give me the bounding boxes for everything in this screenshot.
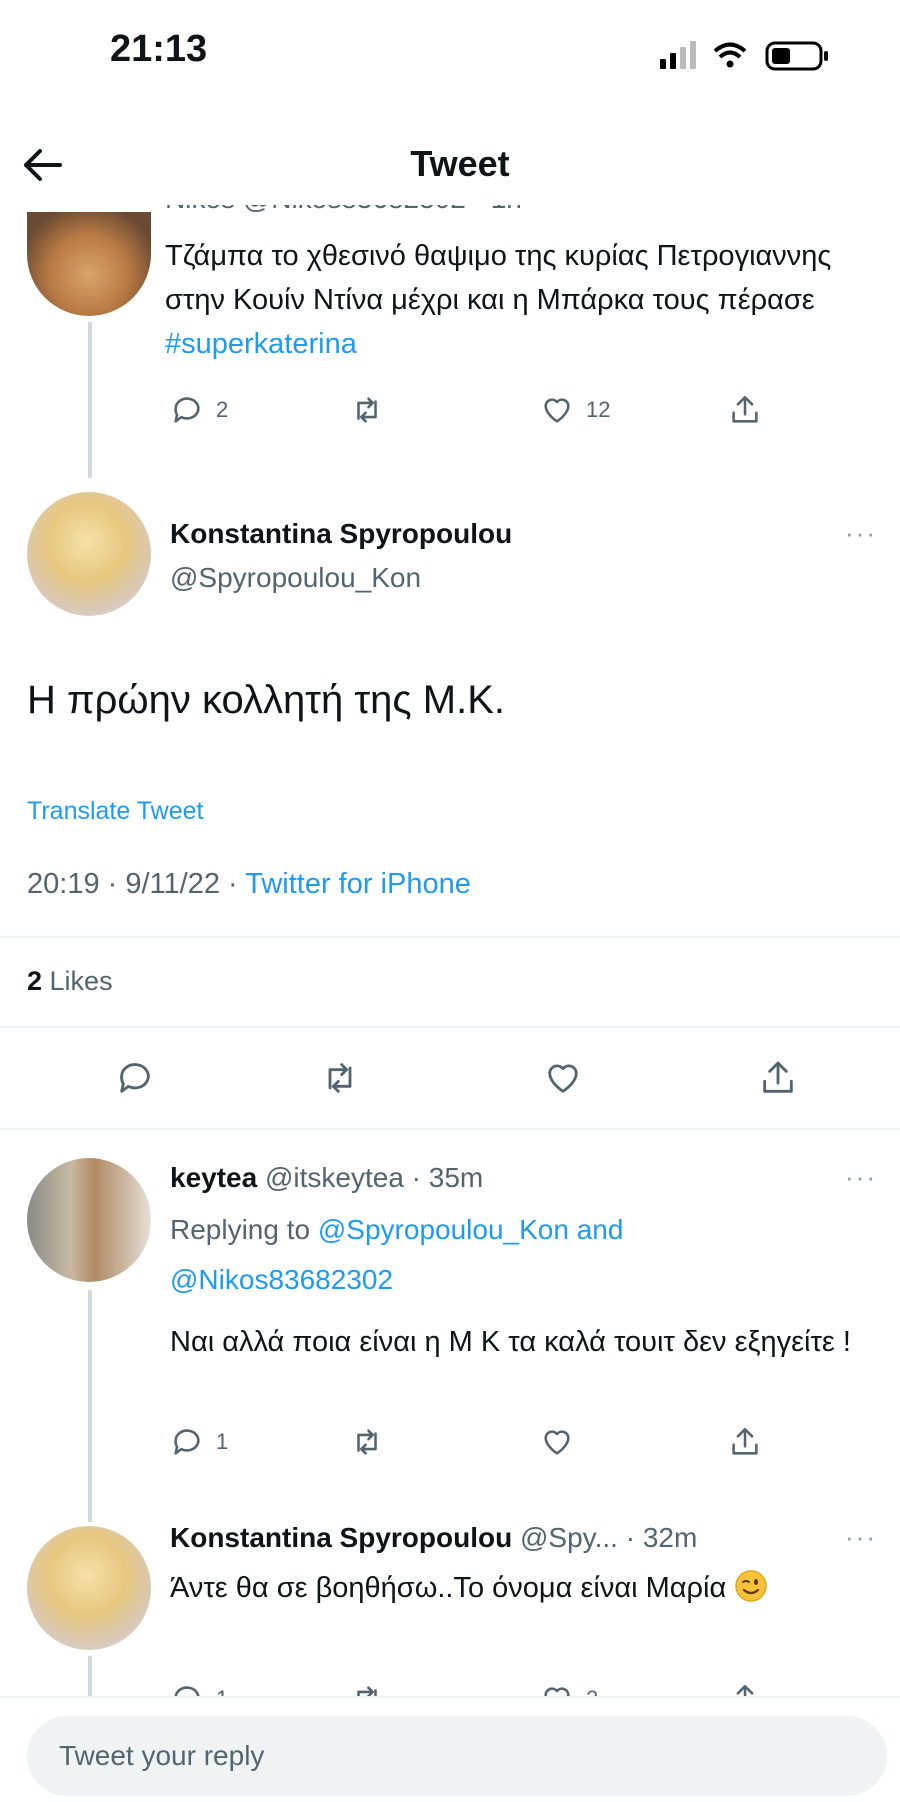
avatar-keytea[interactable]: [27, 1158, 151, 1282]
reply1-like-action[interactable]: [540, 1425, 574, 1459]
reply-input-placeholder: Tweet your reply: [59, 1740, 265, 1771]
main-author-name[interactable]: Konstantina Spyropoulou: [170, 518, 512, 550]
reply1-header: keytea @itskeytea · 35m: [170, 1162, 483, 1194]
replying-and: and: [568, 1214, 624, 1245]
divider: [0, 1026, 900, 1028]
reply1-retweet-action[interactable]: [350, 1425, 384, 1459]
main-like-button[interactable]: [543, 1058, 583, 1098]
reply2-share-action[interactable]: [728, 1682, 762, 1696]
reply1-share-action[interactable]: [728, 1425, 762, 1459]
reply-action[interactable]: 2: [170, 393, 228, 427]
reply2-reply-action[interactable]: 1: [170, 1682, 228, 1696]
more-options-icon[interactable]: ···: [845, 1162, 877, 1193]
replying-user-2[interactable]: @Nikos83682302: [170, 1264, 393, 1295]
thread-line: [88, 322, 92, 478]
reply-icon: [120, 1063, 150, 1093]
reply-input[interactable]: Tweet your reply: [27, 1716, 887, 1796]
reply2-handle-time[interactable]: @Spy... · 32m: [520, 1522, 697, 1553]
retweet-icon: [328, 1063, 352, 1093]
parent-tweet-text: Τζάμπα το χθεσινό θαψιμο της κυρίας Πετρ…: [165, 234, 855, 366]
reply2-like-count: 2: [586, 1686, 598, 1696]
main-retweet-button[interactable]: [320, 1058, 360, 1098]
replying-to: Replying to @Spyropoulou_Kon and @Nikos8…: [170, 1205, 623, 1305]
reply-icon: [174, 1429, 200, 1455]
share-icon: [736, 1684, 754, 1696]
main-reply-button[interactable]: [115, 1058, 155, 1098]
share-icon: [732, 395, 758, 423]
divider: [0, 1696, 900, 1698]
reply2-header: Konstantina Spyropoulou @Spy... · 32m: [170, 1522, 697, 1554]
replying-prefix: Replying to: [170, 1214, 318, 1245]
winking-face-icon: [735, 1570, 768, 1602]
reply2-like-action[interactable]: 2: [540, 1682, 598, 1696]
avatar-konstantina[interactable]: [27, 1526, 151, 1650]
signal-wifi-battery-icon: [660, 41, 828, 71]
reply2-reply-count: 1: [216, 1686, 228, 1696]
tweet-time-date: 20:19 · 9/11/22 ·: [27, 868, 246, 900]
main-author-handle[interactable]: @Spyropoulou_Kon: [170, 562, 421, 594]
reply-icon: [174, 1686, 200, 1696]
like-count: 12: [586, 397, 611, 422]
main-share-button[interactable]: [758, 1058, 798, 1098]
divider: [0, 936, 900, 938]
more-options-icon[interactable]: ···: [845, 518, 877, 549]
share-action[interactable]: [728, 393, 762, 427]
like-action[interactable]: 12: [540, 393, 610, 427]
heart-icon: [548, 1064, 578, 1093]
reply2-retweet-action[interactable]: [350, 1682, 384, 1696]
retweet-icon: [357, 1686, 377, 1696]
reply2-author-name[interactable]: Konstantina Spyropoulou: [170, 1522, 512, 1553]
likes-label: Likes: [42, 966, 113, 996]
reply1-text: Ναι αλλά ποια είναι η Μ Κ τα καλά τουιτ …: [170, 1326, 851, 1358]
more-options-icon[interactable]: ···: [845, 1522, 877, 1553]
parent-tweet-header: Nikos @Nikos83682302 · 1h: [165, 205, 522, 215]
heart-icon: [544, 1687, 570, 1696]
thread-line: [88, 1290, 92, 1522]
reply-count: 2: [216, 397, 229, 422]
avatar-nikos[interactable]: [27, 212, 151, 316]
reply1-reply-action[interactable]: 1: [170, 1425, 228, 1459]
reply2-text-body: Άντε θα σε βοηθήσω..Το όνομα είναι Μαρία: [170, 1572, 727, 1604]
reply1-reply-count: 1: [216, 1429, 229, 1454]
page-title: Tweet: [410, 143, 510, 184]
tweet-source[interactable]: Twitter for iPhone: [245, 868, 471, 900]
reply2-text: Άντε θα σε βοηθήσω..Το όνομα είναι Μαρία: [170, 1564, 850, 1612]
reply-icon: [174, 397, 200, 423]
retweet-action[interactable]: [350, 393, 384, 427]
translate-tweet-link[interactable]: Translate Tweet: [27, 797, 203, 826]
likes-count: 2: [27, 966, 43, 996]
share-icon: [763, 1061, 793, 1093]
reply2-actions-clip: 1 2: [0, 1672, 900, 1696]
hashtag-link[interactable]: #superkaterina: [165, 328, 357, 360]
likes-summary[interactable]: 2 Likes: [27, 966, 113, 997]
share-icon: [732, 1427, 758, 1455]
retweet-icon: [357, 1429, 377, 1455]
retweet-icon: [357, 397, 377, 423]
reply1-handle-time[interactable]: @itskeytea · 35m: [265, 1162, 483, 1193]
avatar-konstantina[interactable]: [27, 492, 151, 616]
heart-icon: [544, 1430, 570, 1455]
heart-icon: [544, 398, 570, 423]
replying-user-1[interactable]: @Spyropoulou_Kon: [318, 1214, 569, 1245]
divider: [0, 1128, 900, 1130]
reply1-author-name[interactable]: keytea: [170, 1162, 257, 1193]
parent-tweet-body: Τζάμπα το χθεσινό θαψιμο της κυρίας Πετρ…: [165, 240, 832, 316]
status-icons: [655, 35, 855, 75]
main-tweet-text: Η πρώην κολλητή της Μ.Κ.: [27, 678, 506, 722]
tweet-meta: 20:19 · 9/11/22 · Twitter for iPhone: [27, 868, 471, 901]
status-time: 21:13: [110, 28, 208, 70]
